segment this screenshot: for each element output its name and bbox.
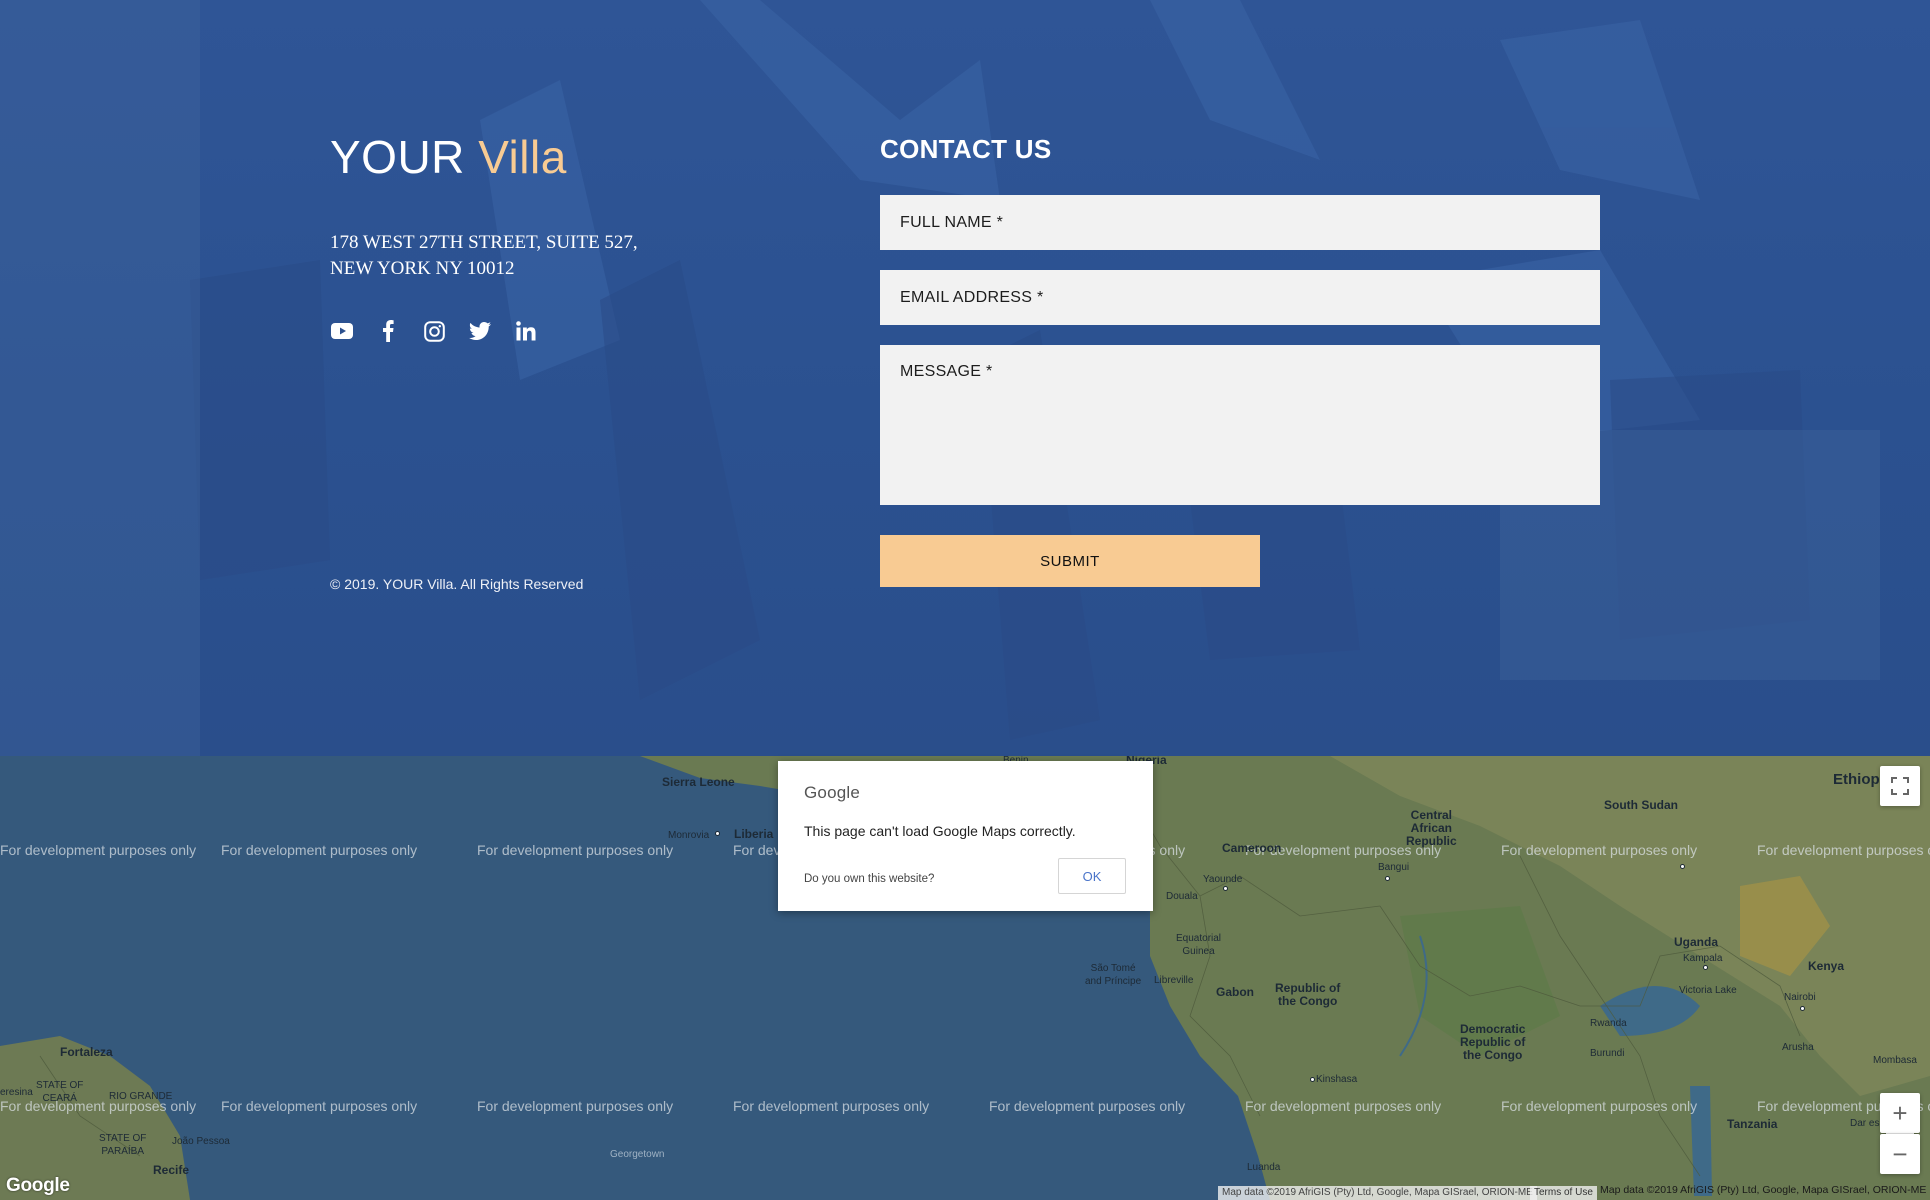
map-label-cameroon: Cameroon xyxy=(1222,841,1282,855)
map-label-luanda: Luanda xyxy=(1247,1162,1281,1173)
email-input[interactable] xyxy=(880,270,1600,325)
brand-logo[interactable]: YOUR Villa xyxy=(330,130,567,184)
own-website-link[interactable]: Do you own this website? xyxy=(804,873,934,885)
map-label-republic-of-the-congo: Republic of the Congo xyxy=(1275,981,1341,1008)
map-label-mombasa: Mombasa xyxy=(1873,1055,1917,1066)
map-label-democratic-republic-of-the-congo: Democratic Republic of the Congo xyxy=(1460,1022,1526,1062)
map-label-teresina: eresina xyxy=(0,1087,33,1098)
map-label-sao-tome: São Tomé and Príncipe xyxy=(1085,963,1142,987)
map-label-nairobi: Nairobi xyxy=(1784,992,1816,1003)
google-map-logo[interactable]: Google xyxy=(6,1175,70,1197)
map-watermark: For development purposes only xyxy=(0,842,197,858)
map-label-tanzania: Tanzania xyxy=(1727,1117,1778,1131)
city-marker xyxy=(1223,886,1228,891)
map-label-fortaleza: Fortaleza xyxy=(60,1045,113,1059)
city-marker xyxy=(1680,864,1685,869)
facebook-icon[interactable] xyxy=(376,319,400,343)
map-label-monrovia: Monrovia xyxy=(668,830,710,841)
map-label-bangui: Bangui xyxy=(1378,862,1410,873)
city-marker xyxy=(1800,1006,1805,1011)
city-marker xyxy=(715,831,720,836)
map-label-libreville: Libreville xyxy=(1154,975,1194,986)
map-label-rio-grande: RIO GRANDE xyxy=(109,1091,173,1102)
address-line-1: 178 WEST 27TH STREET, SUITE 527, xyxy=(330,232,638,253)
zoom-out-button[interactable]: − xyxy=(1880,1134,1920,1174)
brand-name-part2: Villa xyxy=(478,131,567,183)
map-watermark: For development purposes only xyxy=(1757,842,1930,858)
youtube-icon[interactable] xyxy=(330,319,354,343)
map-label-state-of-paraiba: STATE OF PARAÍBA xyxy=(99,1133,147,1157)
map-attribution: Map data ©2019 AfriGIS (Pty) Ltd, Google… xyxy=(1218,1186,1537,1200)
city-marker xyxy=(1385,876,1390,881)
map-label-victoria-lake: Victoria Lake xyxy=(1679,985,1737,996)
maps-error-message: This page can't load Google Maps correct… xyxy=(804,823,1076,839)
submit-button[interactable]: SUBMIT xyxy=(880,535,1260,587)
maps-error-dialog: Google This page can't load Google Maps … xyxy=(778,761,1153,911)
map-watermark: For development purposes only xyxy=(1501,1098,1698,1114)
map-label-yaounde: Yaounde xyxy=(1203,874,1243,885)
map-watermark: For development purposes only xyxy=(1501,842,1698,858)
linkedin-icon[interactable] xyxy=(514,319,538,343)
fullscreen-button[interactable] xyxy=(1880,766,1920,806)
map-label-central-african-republic: Central African Republic xyxy=(1406,808,1457,848)
map-label-joao-pessoa: João Pessoa xyxy=(172,1136,230,1147)
map-label-uganda: Uganda xyxy=(1674,935,1719,949)
map-attribution-secondary: Map data ©2019 AfriGIS (Pty) Ltd, Google… xyxy=(1600,1184,1927,1196)
map-label-gabon: Gabon xyxy=(1216,985,1254,999)
address-line-2: NEW YORK NY 10012 xyxy=(330,258,515,279)
city-marker xyxy=(1310,1077,1315,1082)
instagram-icon[interactable] xyxy=(422,319,446,343)
google-logo: Google xyxy=(804,783,861,802)
city-marker xyxy=(1703,965,1708,970)
map-label-ethiopia: Ethiop xyxy=(1833,771,1880,788)
ok-button[interactable]: OK xyxy=(1058,858,1126,894)
map-watermark: For development purposes only xyxy=(477,842,674,858)
map-attribution-text: Map data ©2019 AfriGIS (Pty) Ltd, Google… xyxy=(1222,1187,1533,1198)
social-links xyxy=(330,318,538,344)
map-label-kampala: Kampala xyxy=(1683,953,1723,964)
map-label-arusha: Arusha xyxy=(1782,1042,1814,1053)
map-watermark: For development purposes only xyxy=(989,1098,1186,1114)
map-watermark: For development purposes only xyxy=(1245,1098,1442,1114)
map-watermark: For development purposes only xyxy=(221,1098,418,1114)
map-watermark: For development purposes only xyxy=(477,1098,674,1114)
map-label-georgetown: Georgetown xyxy=(610,1149,665,1160)
map-label-equatorial-guinea: Equatorial Guinea xyxy=(1176,933,1222,957)
map-label-south-sudan: South Sudan xyxy=(1604,798,1678,812)
message-textarea[interactable] xyxy=(880,345,1600,505)
full-name-input[interactable] xyxy=(880,195,1600,250)
map-label-sierra-leone: Sierra Leone xyxy=(662,775,735,789)
map-label-kenya: Kenya xyxy=(1808,959,1845,973)
copyright-text: © 2019. YOUR Villa. All Rights Reserved xyxy=(330,576,584,592)
contact-title: CONTACT US xyxy=(880,134,1052,164)
map-watermark: For development purposes only xyxy=(733,1098,930,1114)
brand-name-part1: YOUR xyxy=(330,131,465,183)
map-label-douala: Douala xyxy=(1166,891,1198,902)
twitter-icon[interactable] xyxy=(468,319,492,343)
map-label-liberia: Liberia xyxy=(734,827,774,841)
zoom-in-button[interactable]: + xyxy=(1880,1093,1920,1133)
address: 178 WEST 27TH STREET, SUITE 527, NEW YOR… xyxy=(330,230,638,282)
map-label-rwanda: Rwanda xyxy=(1590,1018,1627,1029)
map-watermark: For development purposes only xyxy=(221,842,418,858)
footer-section: YOUR Villa 178 WEST 27TH STREET, SUITE 5… xyxy=(0,0,1930,756)
map-label-recife: Recife xyxy=(153,1163,190,1177)
map-label-kinshasa: Kinshasa xyxy=(1316,1074,1358,1085)
terms-of-use-link[interactable]: Terms of Use xyxy=(1530,1186,1597,1200)
fullscreen-icon xyxy=(1891,777,1909,795)
map-label-burundi: Burundi xyxy=(1590,1048,1625,1059)
map-label-state-of-ceara: STATE OF CEARÁ xyxy=(36,1080,84,1104)
